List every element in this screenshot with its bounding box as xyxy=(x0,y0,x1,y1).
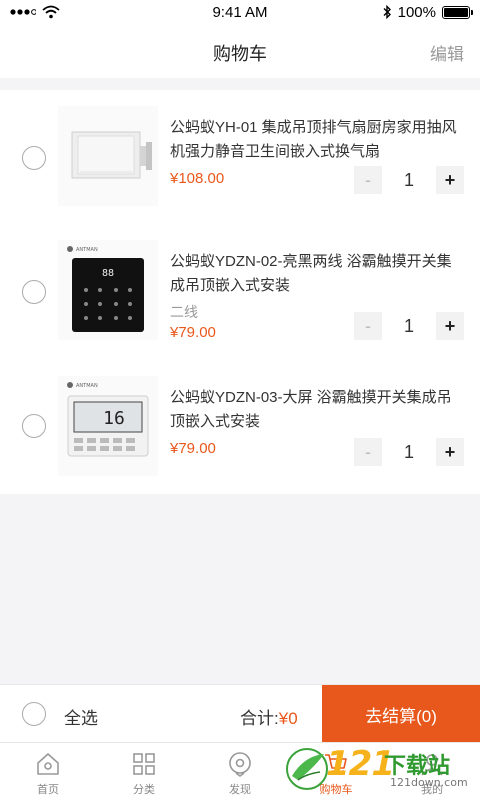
tab-label: 我的 xyxy=(421,784,443,796)
status-right: 100% xyxy=(382,3,473,21)
quantity-value[interactable]: 1 xyxy=(382,442,436,463)
image-display-text: 88 xyxy=(102,268,114,279)
tab-mine[interactable]: 我的 xyxy=(384,749,480,799)
grid-icon xyxy=(133,753,155,775)
image-brand-text: ANTMAN xyxy=(76,247,98,253)
tab-label: 分类 xyxy=(133,784,155,796)
product-image-black-touch-switch[interactable]: ANTMAN 88 xyxy=(58,240,158,340)
status-bar: 9:41 AM 100% xyxy=(0,0,480,24)
quantity-stepper: - 1 + xyxy=(354,438,464,466)
product-title[interactable]: 公蚂蚁YH-01 集成吊顶排气扇厨房家用抽风机强力静音卫生间嵌入式换气扇 xyxy=(170,116,466,164)
cart-item: ANTMAN 88 公蚂蚁YDZN-02-亮黑两线 浴霸触摸开关集成吊顶嵌入式安… xyxy=(0,224,480,358)
battery-percent: 100% xyxy=(397,3,436,21)
item-select-radio[interactable] xyxy=(22,146,46,170)
checkout-bar: 全选 合计:¥0 去结算(0) xyxy=(0,684,480,743)
signal-icon xyxy=(10,9,36,15)
battery-icon xyxy=(442,5,473,19)
item-select-radio[interactable] xyxy=(22,280,46,304)
quantity-value[interactable]: 1 xyxy=(382,170,436,191)
tab-bar: 首页 分类 发现 购物车 我的 xyxy=(0,742,480,800)
tab-label: 发现 xyxy=(229,784,251,796)
total-price: 合计:¥0 xyxy=(240,704,298,729)
wifi-icon xyxy=(42,5,60,19)
status-left xyxy=(10,5,60,19)
product-price: ¥79.00 xyxy=(170,324,216,341)
nav-bar: 购物车 编辑 xyxy=(0,24,480,78)
product-title[interactable]: 公蚂蚁YDZN-02-亮黑两线 浴霸触摸开关集成吊顶嵌入式安装 xyxy=(170,250,466,298)
item-select-radio[interactable] xyxy=(22,414,46,438)
increase-button[interactable]: + xyxy=(436,438,464,466)
decrease-button[interactable]: - xyxy=(354,166,382,194)
product-image-exhaust-fan[interactable] xyxy=(58,106,158,206)
cart-icon xyxy=(325,754,347,774)
select-all-label[interactable]: 全选 xyxy=(64,704,98,729)
tab-label: 购物车 xyxy=(319,784,353,796)
cart-item-list: 公蚂蚁YH-01 集成吊顶排气扇厨房家用抽风机强力静音卫生间嵌入式换气扇 ¥10… xyxy=(0,90,480,494)
quantity-stepper: - 1 + xyxy=(354,312,464,340)
cart-item: 公蚂蚁YH-01 集成吊顶排气扇厨房家用抽风机强力静音卫生间嵌入式换气扇 ¥10… xyxy=(0,90,480,224)
checkout-button[interactable]: 去结算(0) xyxy=(322,685,480,743)
product-title[interactable]: 公蚂蚁YDZN-03-大屏 浴霸触摸开关集成吊顶嵌入式安装 xyxy=(170,386,466,434)
quantity-stepper: - 1 + xyxy=(354,166,464,194)
product-price: ¥108.00 xyxy=(170,170,225,187)
cart-item: ANTMAN 16 公蚂蚁YDZN-03-大屏 浴霸触摸开关集成吊顶嵌入式安装 … xyxy=(0,360,480,494)
total-amount: ¥0 xyxy=(278,709,298,728)
image-display-text: 16 xyxy=(103,408,125,429)
decrease-button[interactable]: - xyxy=(354,438,382,466)
bluetooth-icon xyxy=(383,5,391,19)
tab-category[interactable]: 分类 xyxy=(96,749,192,799)
total-label: 合计: xyxy=(240,709,279,728)
product-spec: 二线 xyxy=(170,304,198,320)
image-brand-text: ANTMAN xyxy=(76,383,98,389)
tab-label: 首页 xyxy=(37,784,59,796)
increase-button[interactable]: + xyxy=(436,166,464,194)
decrease-button[interactable]: - xyxy=(354,312,382,340)
tab-cart[interactable]: 购物车 xyxy=(288,749,384,799)
page-title: 购物车 xyxy=(213,44,267,64)
tab-discover[interactable]: 发现 xyxy=(192,749,288,799)
edit-button[interactable]: 编辑 xyxy=(430,40,464,65)
user-icon xyxy=(421,754,443,776)
tab-home[interactable]: 首页 xyxy=(0,749,96,799)
select-all-radio[interactable] xyxy=(22,702,46,726)
compass-icon xyxy=(229,752,251,777)
home-icon xyxy=(37,753,59,775)
quantity-value[interactable]: 1 xyxy=(382,316,436,337)
increase-button[interactable]: + xyxy=(436,312,464,340)
product-image-white-lcd-switch[interactable]: ANTMAN 16 xyxy=(58,376,158,476)
product-price: ¥79.00 xyxy=(170,440,216,457)
